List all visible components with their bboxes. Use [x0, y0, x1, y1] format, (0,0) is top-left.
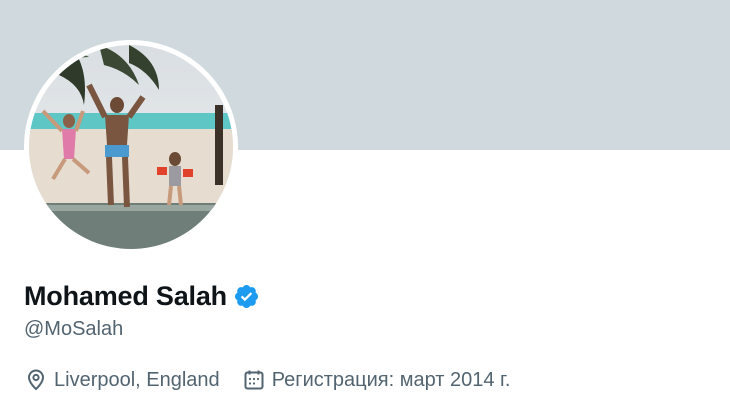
- profile-joined: Регистрация: март 2014 г.: [242, 368, 511, 392]
- avatar-photo: [29, 45, 233, 249]
- profile-joined-text: Регистрация: март 2014 г.: [271, 368, 511, 391]
- profile-display-name: Mohamed Salah: [24, 280, 227, 311]
- profile-location: Liverpool, England: [24, 368, 220, 392]
- verified-badge-icon[interactable]: [233, 283, 260, 310]
- profile-handle: @MoSalah: [24, 318, 124, 340]
- location-pin-icon: [24, 368, 48, 392]
- calendar-icon: [242, 368, 266, 392]
- profile-name-row: Mohamed Salah: [24, 278, 260, 314]
- profile-location-text: Liverpool, England: [54, 368, 220, 391]
- profile-avatar[interactable]: [24, 40, 238, 254]
- profile-meta-row: Liverpool, England Регистрация: март 201…: [24, 366, 532, 394]
